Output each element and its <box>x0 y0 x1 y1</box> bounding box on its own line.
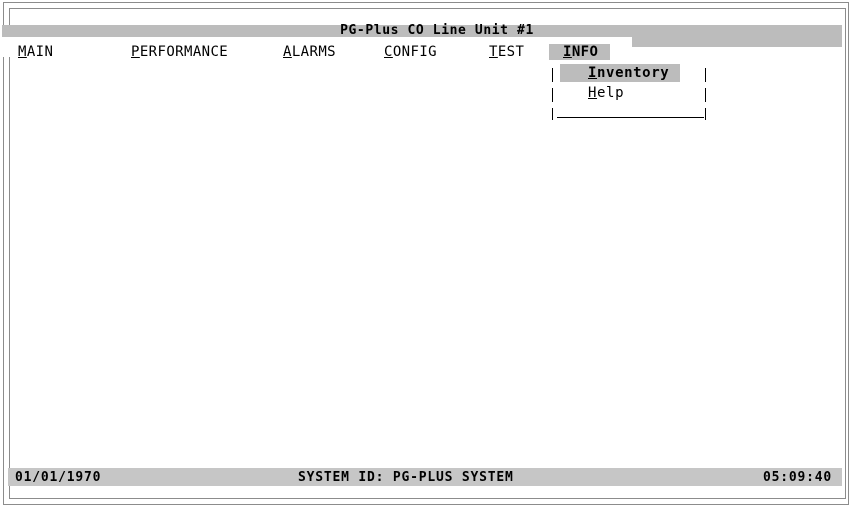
menu-alarms[interactable]: ALARMS <box>283 44 336 60</box>
menu-main[interactable]: MAIN <box>18 44 53 60</box>
dropdown-inventory-label: nventory <box>597 65 670 81</box>
dropdown-left-border <box>552 108 553 120</box>
menu-config-label: ONFIG <box>392 44 437 60</box>
menu-performance[interactable]: PERFORMANCE <box>131 44 228 60</box>
dropdown-right-border <box>705 68 706 82</box>
dropdown-bottom-border <box>557 117 704 118</box>
menu-config-hotkey: C <box>384 44 393 60</box>
menu-test-hotkey: T <box>489 44 498 60</box>
menu-info-hotkey: I <box>563 44 572 60</box>
dropdown-right-border <box>705 108 706 120</box>
info-dropdown-menu: Inventory Help <box>550 62 708 122</box>
menu-performance-hotkey: P <box>131 44 140 60</box>
menu-main-hotkey: M <box>18 44 27 60</box>
dropdown-help-label: elp <box>597 85 625 101</box>
title-bar: PG-Plus CO Line Unit #1 <box>2 23 842 38</box>
menu-alarms-label: LARMS <box>291 44 336 60</box>
dropdown-inventory-hotkey: I <box>588 65 598 81</box>
status-bar: 01/01/1970 SYSTEM ID: PG-PLUS SYSTEM 05:… <box>8 468 842 486</box>
terminal-window <box>3 2 849 505</box>
dropdown-item-help[interactable]: Help <box>560 84 680 102</box>
dropdown-right-border <box>705 88 706 102</box>
menu-main-label: AIN <box>26 44 54 60</box>
dropdown-left-border <box>552 88 553 102</box>
menu-info-label: NFO <box>571 44 599 60</box>
status-time: 05:09:40 <box>762 470 832 485</box>
menu-config[interactable]: CONFIG <box>384 44 437 60</box>
menu-bar-shade <box>632 37 842 47</box>
menu-info[interactable]: INFO <box>549 44 611 60</box>
menu-test-label: EST <box>497 44 525 60</box>
status-system-id: SYSTEM ID: PG-PLUS SYSTEM <box>298 470 514 485</box>
dropdown-item-inventory[interactable]: Inventory <box>560 64 680 82</box>
menu-test[interactable]: TEST <box>489 44 524 60</box>
menu-performance-label: ERFORMANCE <box>139 44 229 60</box>
menu-alarms-hotkey: A <box>283 44 292 60</box>
status-date: 01/01/1970 <box>15 470 102 485</box>
dropdown-left-border <box>552 68 553 82</box>
terminal-screen <box>9 8 846 499</box>
dropdown-help-hotkey: H <box>588 85 598 101</box>
